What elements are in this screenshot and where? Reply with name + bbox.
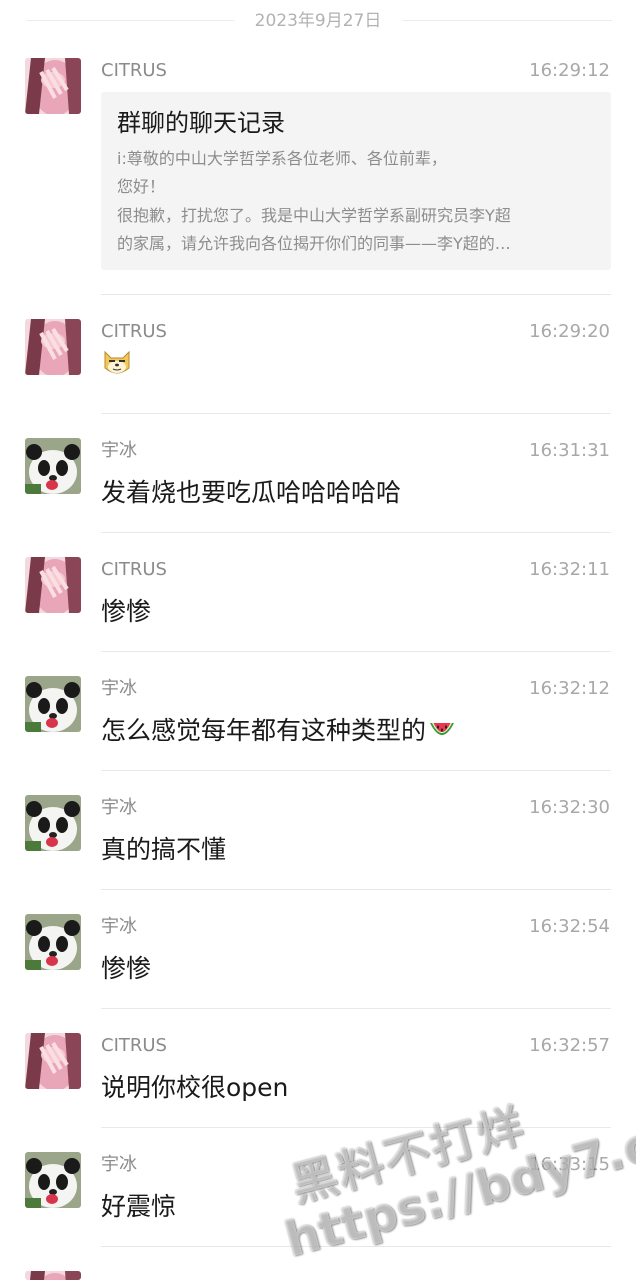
sender-name: 宇冰: [101, 916, 137, 937]
message-time: 16:29:20: [529, 321, 610, 342]
sender-name: 宇冰: [101, 797, 137, 818]
message-time: 16:32:57: [529, 1035, 610, 1056]
date-label: 2023年9月27日: [254, 11, 382, 31]
message-text: 真的搞不懂: [101, 835, 227, 864]
message-time: 16:32:11: [529, 559, 610, 580]
message-divider: [101, 1008, 611, 1009]
message-time: 16:31:31: [529, 440, 610, 461]
message-time: 16:32:12: [529, 678, 610, 699]
avatar-yubing[interactable]: [25, 795, 81, 851]
avatar-yubing[interactable]: [25, 914, 81, 970]
sender-name: 宇冰: [101, 1154, 137, 1175]
avatar-citrus[interactable]: [25, 557, 81, 613]
card-title: 群聊的聊天记录: [117, 109, 285, 137]
sender-name: CITRUS: [101, 321, 167, 342]
sender-name: 宇冰: [101, 678, 137, 699]
date-separator: 2023年9月27日: [0, 0, 636, 40]
message-divider: [101, 532, 611, 533]
watermark-text: 黑料不打烊: [285, 1097, 531, 1213]
message-time: 16:32:30: [529, 797, 610, 818]
message-time: 16:29:12: [529, 60, 610, 81]
card-preview-line: 您好！: [117, 177, 166, 196]
message-divider: [101, 294, 611, 295]
avatar-citrus[interactable]: [25, 1271, 81, 1280]
avatar-citrus[interactable]: [25, 319, 81, 375]
avatar-yubing[interactable]: [25, 676, 81, 732]
divider-line: [402, 20, 612, 21]
message-divider: [101, 651, 611, 652]
chat-history-card[interactable]: 群聊的聊天记录 i:尊敬的中山大学哲学系各位老师、各位前辈， 您好！ 很抱歉，打…: [101, 92, 611, 270]
sender-name: CITRUS: [101, 559, 167, 580]
message-divider: [101, 1246, 611, 1247]
avatar-yubing[interactable]: [25, 438, 81, 494]
card-preview-line: 的家属，请允许我向各位揭开你们的同事——李Y超的…: [117, 234, 511, 253]
message-time: 16:32:54: [529, 916, 610, 937]
message-divider: [101, 413, 611, 414]
avatar-citrus[interactable]: [25, 1033, 81, 1089]
doge-icon: [101, 346, 133, 382]
avatar-yubing[interactable]: [25, 1152, 81, 1208]
message-text: 发着烧也要吃瓜哈哈哈哈哈: [101, 478, 402, 507]
sender-name: CITRUS: [101, 1035, 167, 1056]
sender-name: 宇冰: [101, 440, 137, 461]
message-divider: [101, 770, 611, 771]
message-text: 惨惨: [101, 597, 152, 626]
message-divider: [101, 889, 611, 890]
card-preview-line: 很抱歉，打扰您了。我是中山大学哲学系副研究员李Y超: [117, 206, 511, 225]
message-text: 好震惊: [101, 1192, 177, 1221]
message-text: 怎么感觉每年都有这种类型的: [101, 713, 456, 753]
message-text: 惨惨: [101, 954, 152, 983]
watermark-url: https://bdy7.co: [278, 1108, 636, 1269]
sender-name: CITRUS: [101, 60, 167, 81]
message-text: 说明你校很open: [101, 1073, 289, 1102]
message-time: 16:33:15: [529, 1154, 610, 1175]
card-preview-line: i:尊敬的中山大学哲学系各位老师、各位前辈，: [117, 149, 447, 168]
watermelon-icon: [428, 717, 456, 753]
message-divider: [101, 1127, 611, 1128]
avatar-citrus[interactable]: [25, 58, 81, 114]
message-text-content: 怎么感觉每年都有这种类型的: [101, 716, 427, 745]
